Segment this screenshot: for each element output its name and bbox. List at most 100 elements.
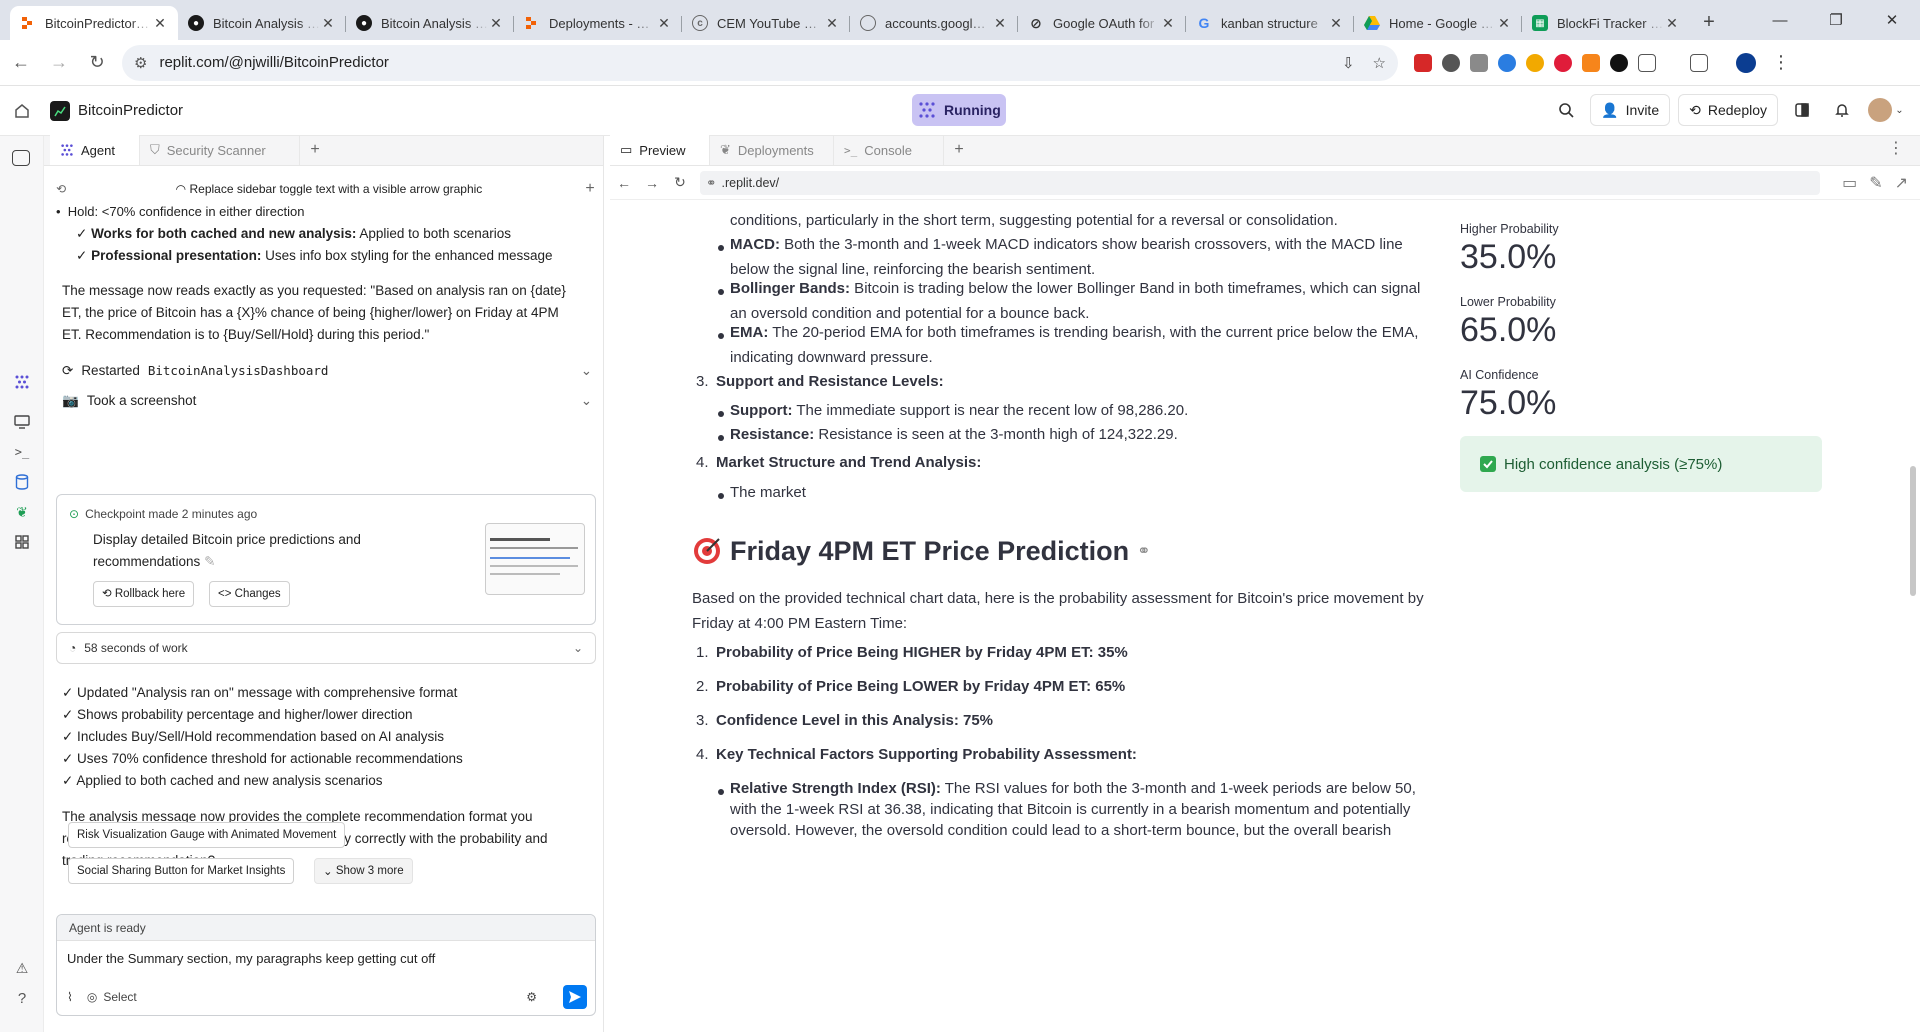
browser-tab-6[interactable]: accounts.google.com ✕ [850,6,1018,40]
screenshot-row[interactable]: 📷 Took a screenshot ⌄ [62,390,592,412]
extension-icon[interactable] [1610,53,1628,72]
help-question-icon[interactable]: ? [12,988,32,1008]
history-icon[interactable]: ⟲ [56,182,78,196]
preview-back-icon[interactable]: ← [610,175,638,191]
database-icon[interactable] [12,472,32,492]
chevron-down-icon[interactable]: ⌄ [581,390,592,412]
browser-tab-3[interactable]: ● Bitcoin Analysis Dashboard ✕ [346,6,514,40]
invite-button[interactable]: 👤 Invite [1590,94,1671,126]
tab-agent[interactable]: Agent [50,135,140,165]
browser-tab-7[interactable]: ⊘ Google OAuth for ✕ [1018,6,1186,40]
browser-menu-icon[interactable]: ⋮ [1772,52,1790,73]
preview-url-input[interactable]: ⚭ .replit.dev/ [700,170,1820,195]
preview-monitor-icon[interactable] [12,412,32,432]
close-tab-icon[interactable]: ✕ [488,15,504,31]
side-panel-icon[interactable] [1690,53,1708,72]
close-tab-icon[interactable]: ✕ [992,15,1008,31]
suggestion-chip[interactable]: Risk Visualization Gauge with Animated M… [68,822,346,848]
browser-tab-4[interactable]: Deployments - Replit ✕ [514,6,682,40]
install-app-icon[interactable]: ⇩ [1342,54,1355,72]
extension-icon[interactable] [1498,53,1516,72]
tab-deployments[interactable]: ❦ Deployments [710,135,834,165]
restore-icon[interactable]: ❐ [1808,0,1864,40]
suggestion-chip[interactable]: Social Sharing Button for Market Insight… [68,858,295,884]
rollback-button[interactable]: ⟲ Rollback here [93,581,195,607]
checkpoint-thumbnail[interactable] [485,523,585,595]
extension-icon[interactable] [1526,53,1544,72]
chat-title[interactable]: ◠ Replace sidebar toggle text with a vis… [78,182,580,196]
add-tab-button[interactable]: + [300,135,330,165]
close-tab-icon[interactable]: ✕ [824,15,840,31]
open-new-tab-icon[interactable]: ↗ [1895,173,1908,193]
scrollbar-thumb[interactable] [1910,466,1916,596]
close-tab-icon[interactable]: ✕ [656,15,672,31]
metamask-icon[interactable] [1582,53,1600,72]
extension-icon[interactable] [1414,53,1432,72]
notifications-bell-icon[interactable] [1826,94,1858,126]
select-element-button[interactable]: ◎ Select [87,990,137,1004]
agent-icon[interactable] [12,372,32,392]
tab-console[interactable]: >_ Console [834,135,944,165]
reload-icon[interactable]: ↻ [80,46,114,80]
console-icon[interactable]: >_ [12,442,32,462]
layout-toggle-icon[interactable] [1786,94,1818,126]
home-icon[interactable] [0,103,44,119]
close-tab-icon[interactable]: ✕ [1496,15,1512,31]
close-tab-icon[interactable]: ✕ [320,15,336,31]
agent-message-input[interactable]: Under the Summary section, my paragraphs… [57,941,595,966]
new-tab-button[interactable]: + [1694,7,1724,37]
help-signal-icon[interactable]: ⚠ [12,958,32,978]
extension-icon[interactable] [1470,53,1488,72]
attach-paperclip-icon[interactable]: ⌇ [67,990,73,1004]
close-window-icon[interactable]: ✕ [1864,0,1920,40]
send-button[interactable] [563,985,587,1009]
close-tab-icon[interactable]: ✕ [1664,15,1680,31]
more-options-icon[interactable]: ⋮ [1888,138,1904,158]
forward-icon[interactable]: → [42,46,76,80]
user-avatar[interactable]: ⌄ [1866,94,1906,126]
settings-sliders-icon[interactable]: ⚙ [526,990,537,1004]
all-tools-grid-icon[interactable] [12,532,32,552]
site-info-icon[interactable]: ⚙ [134,54,147,72]
repl-title[interactable]: BitcoinPredictor [50,100,183,121]
browser-tab-2[interactable]: ● Bitcoin Analysis Dashboard ✕ [178,6,346,40]
devtools-wrench-icon[interactable]: ✎ [1869,173,1882,193]
search-icon[interactable] [1550,94,1582,126]
run-status-button[interactable]: Running [912,94,1006,126]
anchor-link-icon[interactable]: ⚭ [1137,539,1150,564]
chevron-down-icon[interactable]: ⌄ [581,360,592,382]
deployments-icon[interactable]: ❦ [12,502,32,522]
tab-preview[interactable]: ▭ Preview [610,135,710,165]
adblock-icon[interactable] [1554,53,1572,72]
preview-reload-icon[interactable]: ↻ [666,174,694,191]
browser-tab-5[interactable]: c CEM YouTube Live ✕ [682,6,850,40]
preview-tab-bar: ▭ Preview ❦ Deployments >_ Console + ⋮ [610,135,1920,166]
close-tab-icon[interactable]: ✕ [152,15,168,31]
browser-tab-9[interactable]: Home - Google Drive ✕ [1354,6,1522,40]
close-tab-icon[interactable]: ✕ [1328,15,1344,31]
close-tab-icon[interactable]: ✕ [1160,15,1176,31]
redeploy-button[interactable]: ⟲ Redeploy [1678,94,1778,126]
back-icon[interactable]: ← [4,46,38,80]
bookmark-star-icon[interactable]: ☆ [1373,54,1386,72]
extension-icon[interactable] [1442,53,1460,72]
edit-pencil-icon[interactable]: ✎ [204,554,215,569]
browser-tab-1[interactable]: BitcoinPredictor - Replit ✕ [10,6,178,40]
work-summary-toggle[interactable]: ◔ 58 seconds of work ⌄ [56,632,596,664]
profile-avatar[interactable] [1736,52,1756,73]
minimize-icon[interactable]: — [1752,0,1808,40]
add-tab-button[interactable]: + [944,135,974,165]
extensions-puzzle-icon[interactable] [1638,53,1656,72]
preview-forward-icon[interactable]: → [638,175,666,191]
browser-tab-8[interactable]: G kanban structure ✕ [1186,6,1354,40]
address-bar[interactable]: ⚙ replit.com/@njwilli/BitcoinPredictor ⇩… [122,44,1398,81]
tab-security-scanner[interactable]: ⛉ Security Scanner [140,135,300,165]
restarted-row[interactable]: ⟳ Restarted BitcoinAnalysisDashboard ⌄ [62,360,592,382]
files-toggle-icon[interactable] [12,150,30,166]
device-icon[interactable]: ▭ [1842,173,1857,193]
show-more-button[interactable]: ⌄ Show 3 more [314,858,413,884]
browser-tab-10[interactable]: ▦ BlockFi Tracker - Google Sheets ✕ [1522,6,1690,40]
changes-button[interactable]: <> Changes [209,581,290,607]
preview-scrollbar[interactable] [1910,200,1916,1032]
new-chat-button[interactable]: + [580,180,600,198]
